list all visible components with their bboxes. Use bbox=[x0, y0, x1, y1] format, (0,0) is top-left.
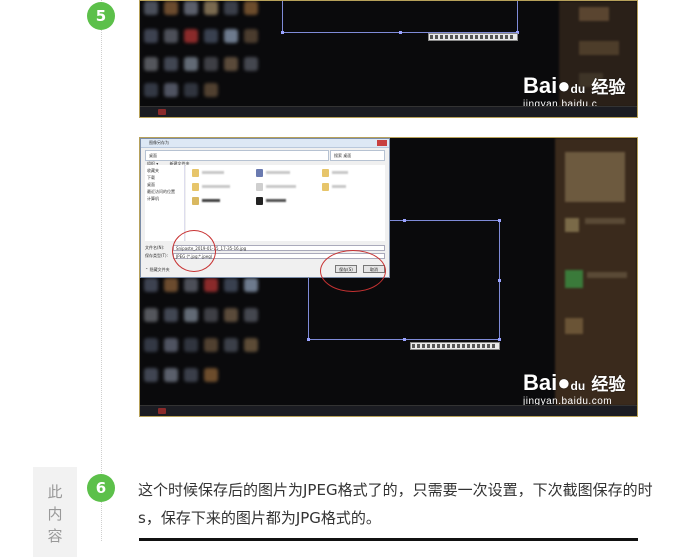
sidebar-item[interactable]: 计算机 bbox=[147, 195, 182, 202]
folder-icon[interactable] bbox=[192, 183, 199, 191]
step-6-badge: 6 bbox=[87, 474, 115, 502]
taskbar bbox=[140, 106, 637, 117]
dialog-sidebar[interactable]: 收藏夹 下载 桌面 最近访问的位置 计算机 bbox=[145, 165, 185, 241]
file-icon[interactable] bbox=[256, 183, 263, 191]
folder-icon[interactable] bbox=[322, 183, 329, 191]
dialog-title: 图像另存为 bbox=[141, 139, 389, 148]
step-6-text: 这个时候保存后的图片为JPEG格式了的，只需要一次设置，下次截图保存的时 s，保… bbox=[138, 481, 653, 527]
search-input[interactable]: 搜索 桌面 bbox=[330, 150, 385, 161]
snip-toolbar[interactable] bbox=[410, 342, 500, 350]
address-bar[interactable]: 桌面 bbox=[145, 150, 329, 161]
sidebar-item[interactable]: 最近访问的位置 bbox=[147, 188, 182, 195]
file-list[interactable] bbox=[186, 165, 385, 241]
selection-rect[interactable] bbox=[281, 1, 519, 34]
sidebar-item[interactable]: 收藏夹 bbox=[147, 167, 182, 174]
file-icon[interactable] bbox=[256, 197, 263, 205]
baidu-watermark: Bai●du 经验 jingyan.baidu.com bbox=[523, 370, 626, 407]
screenshot-step5-a[interactable]: Bai●du 经验 jingyan.baidu.c bbox=[139, 0, 638, 118]
folder-icon[interactable] bbox=[192, 197, 199, 205]
step-5-badge: 5 bbox=[87, 2, 115, 30]
sidebar-item[interactable]: 下载 bbox=[147, 174, 182, 181]
close-button[interactable] bbox=[377, 140, 387, 146]
screenshot-step5-b[interactable]: 图像另存为 桌面 搜索 桌面 组织 ▾ 新建文件夹 收藏夹 下载 桌面 最近访问… bbox=[139, 137, 638, 417]
file-icon[interactable] bbox=[256, 169, 263, 177]
step-timeline bbox=[101, 0, 102, 541]
side-tab[interactable]: 此 内 容 bbox=[33, 467, 77, 557]
folder-icon[interactable] bbox=[192, 169, 199, 177]
app-panel-blurred bbox=[555, 138, 637, 406]
taskbar bbox=[140, 405, 637, 416]
baidu-watermark-top: Bai●du 经验 jingyan.baidu.c bbox=[523, 73, 626, 110]
folder-icon[interactable] bbox=[322, 169, 329, 177]
snip-toolbar[interactable] bbox=[428, 33, 518, 41]
annotation-ellipse-filetype bbox=[172, 230, 216, 272]
sidebar-item[interactable]: 桌面 bbox=[147, 181, 182, 188]
annotation-ellipse-save bbox=[320, 250, 386, 292]
